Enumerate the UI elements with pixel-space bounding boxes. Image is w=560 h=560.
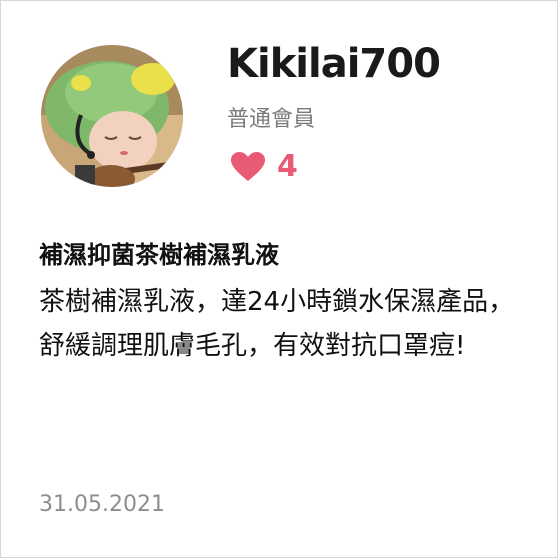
heart-icon[interactable] — [231, 151, 265, 182]
likes[interactable]: 4 — [231, 149, 298, 184]
review-card: Kikilai700 普通會員 4 補濕抑菌茶樹補濕乳液 茶樹補濕乳液，達24小… — [0, 0, 558, 558]
username[interactable]: Kikilai700 — [227, 41, 441, 87]
member-role: 普通會員 — [227, 107, 316, 132]
like-count: 4 — [277, 149, 298, 184]
post-description: 茶樹補濕乳液，達24小時鎖水保濕產品，舒緩調理肌膚毛孔，有效對抗口罩痘! — [39, 287, 515, 361]
avatar-image — [41, 45, 183, 187]
post-date: 31.05.2021 — [39, 492, 165, 517]
post-title: 補濕抑菌茶樹補濕乳液 — [39, 241, 279, 269]
avatar[interactable] — [41, 45, 183, 187]
